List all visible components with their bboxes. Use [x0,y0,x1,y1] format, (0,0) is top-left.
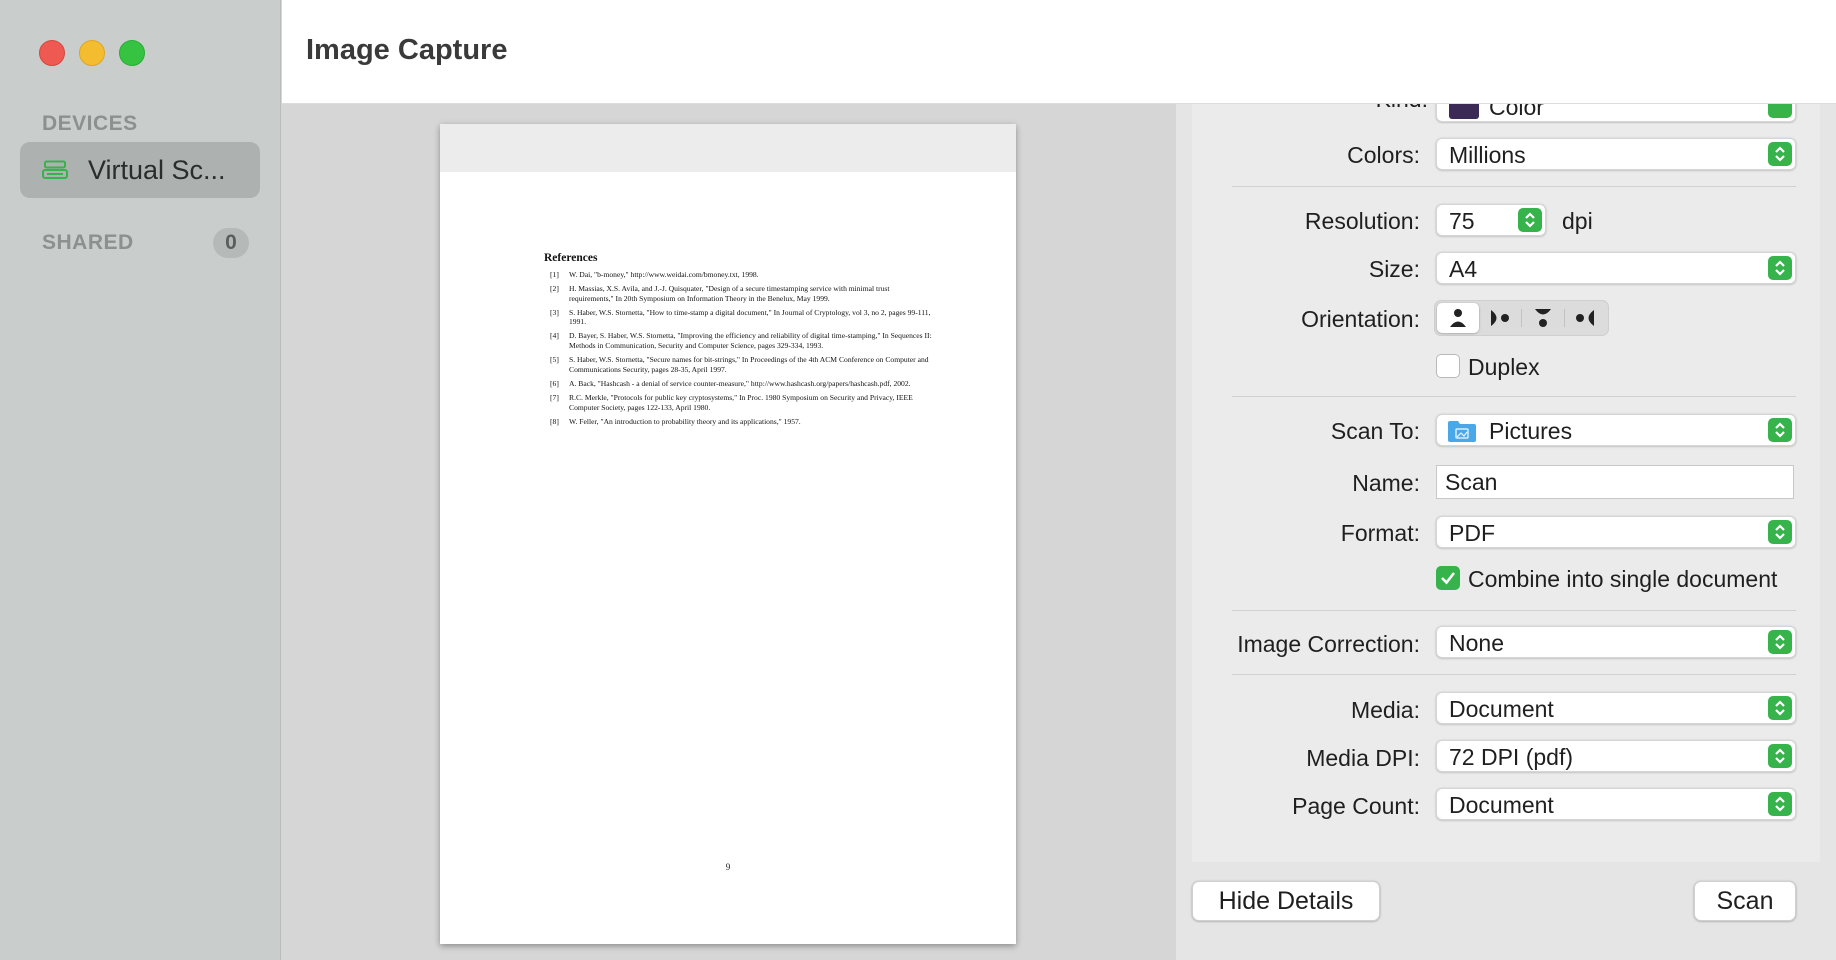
reference-item: [2] H. Massias, X.S. Avila, and J.-J. Qui… [550,284,890,303]
media-label: Media: [1350,697,1420,723]
popup-stepper-icon [1768,104,1792,118]
duplex-label: Duplex [1468,354,1540,380]
sidebar: DEVICES Virtual Sc... SHARED 0 [0,0,281,960]
format-popup[interactable]: PDF [1436,516,1796,548]
divider [1232,186,1796,187]
kind-label: Kind: [1176,104,1428,113]
media-dpi-label: Media DPI: [1306,745,1420,771]
minimize-window-button[interactable] [79,40,105,66]
chevron-updown-icon [1768,696,1792,720]
size-label: Size: [1368,256,1420,282]
references-heading: References [544,252,598,264]
person-rotated-left-icon [1576,310,1595,326]
scan-preview-area: References [1] W. Dai, "b-money," http://… [282,104,1175,960]
shared-section-title: SHARED [42,231,134,254]
orientation-rotate-right-button[interactable] [1480,303,1522,333]
scan-to-popup[interactable]: Pictures [1436,414,1796,446]
format-label: Format: [1340,520,1420,546]
name-field-container [1436,465,1794,499]
resolution-label: Resolution: [1304,208,1420,234]
scanner-icon [42,160,68,179]
title-bar: Image Capture [282,0,1836,104]
chevron-updown-icon [1768,256,1792,280]
divider [1232,396,1796,397]
scanned-page: References [1] W. Dai, "b-money," http://… [440,124,1016,944]
page-count-label: Page Count: [1292,793,1420,819]
chevron-updown-icon [1768,520,1792,544]
document-content: References [1] W. Dai, "b-money," http://… [544,252,934,431]
reference-item: [8] W. Feller, "An introduction to probab… [550,416,801,426]
page-number: 9 [725,862,731,872]
divider [1232,674,1796,675]
zoom-window-button[interactable] [119,40,145,66]
duplex-checkbox[interactable] [1436,354,1460,378]
chevron-updown-icon[interactable] [1518,208,1542,232]
chevron-updown-icon [1768,792,1792,816]
chevron-updown-icon [1768,630,1792,654]
resolution-unit: dpi [1562,208,1593,234]
pictures-folder-icon [1448,421,1476,442]
reference-item: [1] W. Dai, "b-money," http://www.weidai.… [550,270,759,279]
media-popup[interactable]: Document [1436,692,1796,724]
devices-section-title: DEVICES [42,112,138,135]
reference-item: [6] A. Back, "Hashcash - a denial of serv… [550,378,911,388]
name-label: Name: [1352,470,1420,496]
resolution-stepper[interactable]: 75 [1436,204,1546,236]
reference-item: [7] R.C. Merkle, "Protocols for public ke… [550,392,913,412]
chevron-updown-icon [1768,744,1792,768]
media-dpi-popup[interactable]: 72 DPI (pdf) [1436,740,1796,772]
orientation-label: Orientation: [1301,306,1420,332]
page-count-popup[interactable]: Document [1436,788,1796,820]
scan-button[interactable]: Scan [1694,881,1796,921]
orientation-rotate-left-button[interactable] [1565,303,1607,333]
divider [1232,610,1796,611]
orientation-portrait-button[interactable] [1437,303,1479,333]
kind-popup[interactable]: Color [1436,104,1796,122]
chevron-updown-icon [1768,142,1792,166]
colors-label: Colors: [1347,142,1420,168]
image-correction-label: Image Correction: [1237,631,1420,657]
image-correction-popup[interactable]: None [1436,626,1796,658]
name-field[interactable] [1437,466,1793,499]
person-upright-icon [1449,309,1466,327]
combine-checkbox[interactable] [1436,566,1460,590]
colors-popup[interactable]: Millions [1436,138,1796,170]
combine-label: Combine into single document [1468,566,1778,592]
orientation-upside-down-button[interactable] [1522,303,1564,333]
hide-details-button[interactable]: Hide Details [1192,881,1380,921]
shared-count-badge: 0 [213,228,249,258]
sidebar-item-label: Virtual Sc... [88,154,226,185]
color-swatch-icon [1449,104,1479,119]
checkmark-icon [1441,572,1456,585]
size-popup[interactable]: A4 [1436,252,1796,284]
sidebar-item-virtual-scanner[interactable]: Virtual Sc... [20,142,260,198]
scan-to-label: Scan To: [1330,418,1420,444]
scan-region-band [440,124,1016,172]
reference-item: [4] D. Bayer, S. Haber, W.S. Stornetta, "… [550,331,932,351]
orientation-segmented-control [1434,300,1609,336]
chevron-updown-icon [1768,418,1792,442]
kind-row: Kind: Color [1176,104,1836,124]
person-rotated-right-icon [1491,310,1510,326]
reference-item: [3] S. Haber, W.S. Stornetta, "How to tim… [550,307,931,327]
close-window-button[interactable] [39,40,65,66]
reference-item: [5] S. Haber, W.S. Stornetta, "Secure nam… [550,355,929,374]
window-title: Image Capture [306,34,508,66]
person-upside-down-icon [1534,309,1551,327]
